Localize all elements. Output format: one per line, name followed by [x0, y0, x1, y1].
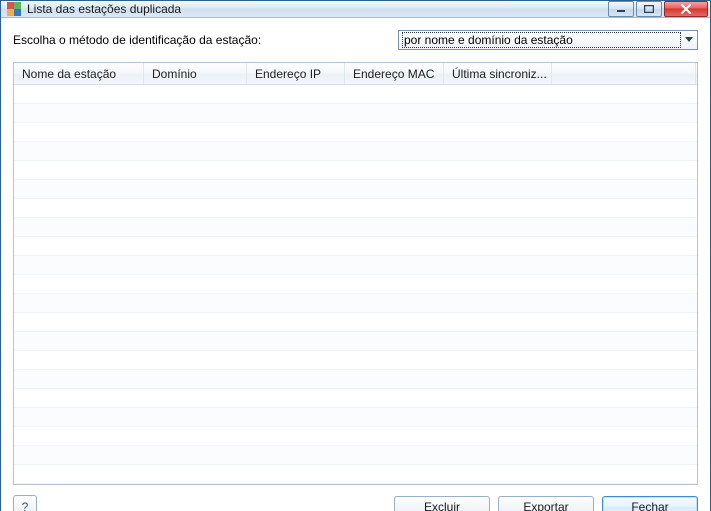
- column-header[interactable]: Endereço IP: [247, 63, 345, 84]
- column-header[interactable]: [552, 63, 696, 84]
- table-row[interactable]: [14, 408, 697, 427]
- table-row[interactable]: [14, 389, 697, 408]
- help-icon: ?: [22, 500, 29, 511]
- close-dialog-button[interactable]: Fechar: [602, 496, 698, 511]
- close-button[interactable]: [664, 1, 708, 17]
- delete-button[interactable]: Excluir: [394, 496, 490, 511]
- method-combo[interactable]: por nome e domínio da estação: [398, 30, 698, 50]
- window: Lista das estações duplicada Escolha o m…: [0, 0, 711, 511]
- table-row[interactable]: [14, 256, 697, 275]
- delete-button-label: Excluir: [424, 500, 460, 511]
- titlebar[interactable]: Lista das estações duplicada: [1, 1, 710, 18]
- table-row[interactable]: [14, 446, 697, 465]
- table-row[interactable]: [14, 199, 697, 218]
- export-button[interactable]: Exportar: [498, 496, 594, 511]
- table-row[interactable]: [14, 294, 697, 313]
- method-label: Escolha o método de identificação da est…: [13, 33, 261, 47]
- window-title: Lista das estações duplicada: [27, 2, 608, 16]
- app-icon: [7, 2, 21, 16]
- table-row[interactable]: [14, 85, 697, 104]
- minimize-button[interactable]: [608, 1, 634, 17]
- table-body[interactable]: [14, 85, 697, 484]
- export-button-label: Exportar: [523, 500, 568, 511]
- table-row[interactable]: [14, 180, 697, 199]
- table-row[interactable]: [14, 237, 697, 256]
- table-row[interactable]: [14, 332, 697, 351]
- column-header[interactable]: Endereço MAC: [345, 63, 444, 84]
- table-row[interactable]: [14, 275, 697, 294]
- footer: ? Excluir Exportar Fechar: [13, 495, 698, 511]
- close-dialog-button-label: Fechar: [631, 500, 668, 511]
- table-row[interactable]: [14, 465, 697, 484]
- table-row[interactable]: [14, 351, 697, 370]
- table-row[interactable]: [14, 427, 697, 446]
- column-header[interactable]: Domínio: [144, 63, 247, 84]
- help-button[interactable]: ?: [13, 495, 37, 511]
- table-header[interactable]: Nome da estaçãoDomínioEndereço IPEndereç…: [14, 63, 697, 85]
- table-row[interactable]: [14, 123, 697, 142]
- window-controls: [608, 1, 708, 17]
- button-group: Excluir Exportar Fechar: [394, 496, 698, 511]
- stations-table[interactable]: Nome da estaçãoDomínioEndereço IPEndereç…: [13, 62, 698, 485]
- table-row[interactable]: [14, 161, 697, 180]
- table-row[interactable]: [14, 313, 697, 332]
- maximize-button[interactable]: [636, 1, 662, 17]
- chevron-down-icon: [681, 31, 697, 49]
- table-row[interactable]: [14, 142, 697, 161]
- table-row[interactable]: [14, 370, 697, 389]
- column-header[interactable]: Última sincroniz...: [444, 63, 552, 84]
- column-header[interactable]: Nome da estação: [14, 63, 144, 84]
- table-row[interactable]: [14, 104, 697, 123]
- method-row: Escolha o método de identificação da est…: [13, 30, 698, 50]
- method-combo-value: por nome e domínio da estação: [402, 32, 681, 48]
- table-row[interactable]: [14, 218, 697, 237]
- client-area: Escolha o método de identificação da est…: [1, 18, 710, 511]
